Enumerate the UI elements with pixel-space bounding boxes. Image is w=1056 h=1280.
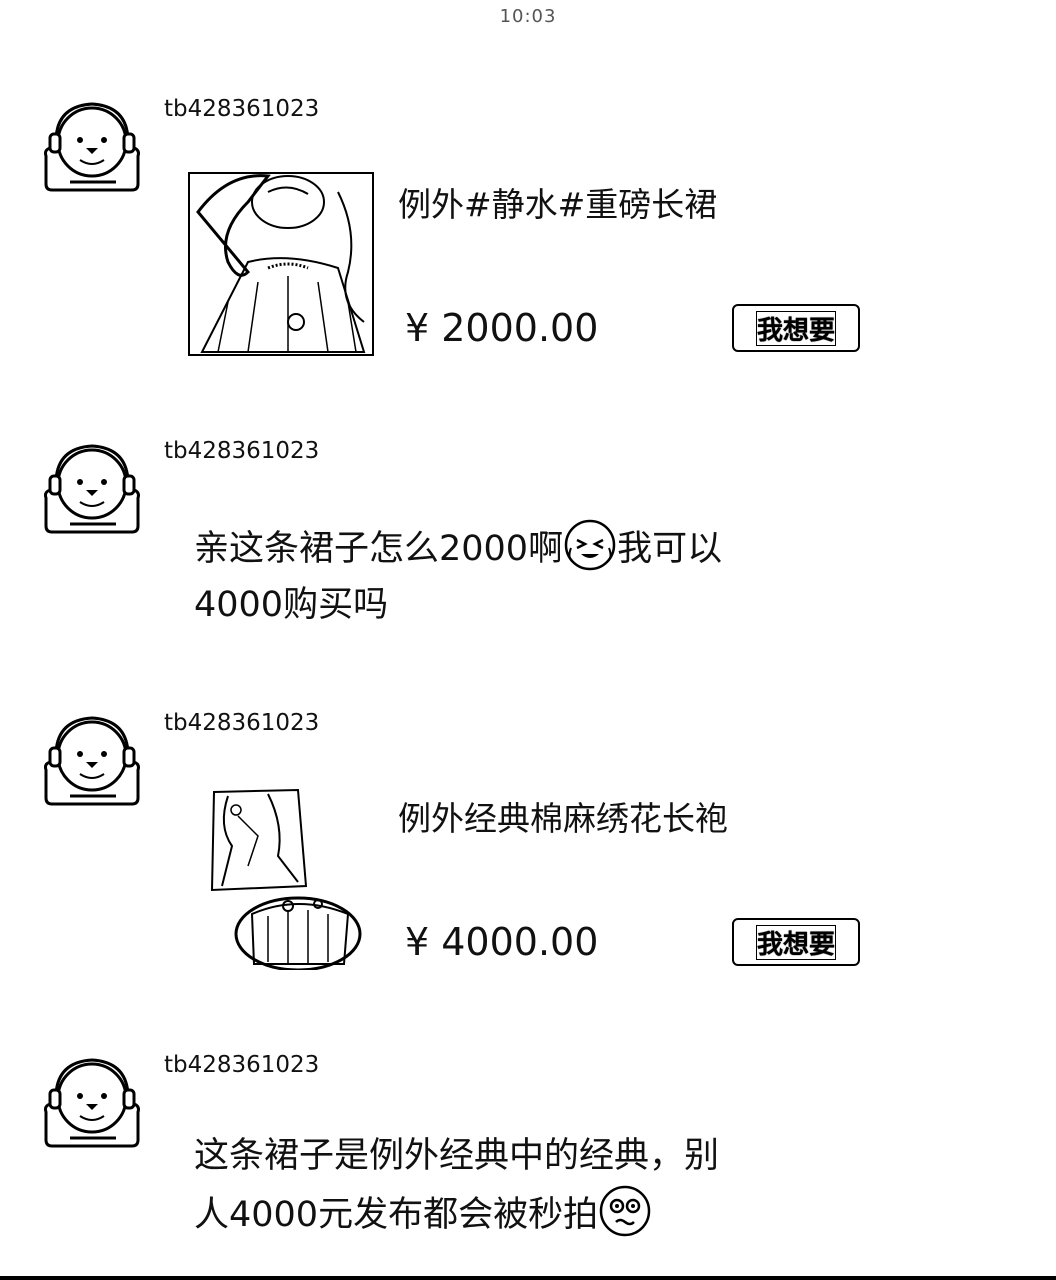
username[interactable]: tb428361023: [164, 1052, 319, 1078]
status-time: 10:03: [499, 6, 557, 27]
message-text[interactable]: 亲这条裙子怎么2000啊 我可以 4000购买吗: [194, 518, 834, 633]
seal-avatar-icon: [44, 1058, 140, 1148]
product-image[interactable]: [188, 786, 374, 970]
message-line: 人4000元发布都会被秒拍: [194, 1184, 834, 1243]
avatar[interactable]: [40, 98, 144, 194]
avatar[interactable]: [40, 440, 144, 536]
message-line-text: 人4000元发布都会被秒拍: [194, 1195, 599, 1235]
message-line: 亲这条裙子怎么2000啊 我可以: [194, 518, 834, 577]
want-button[interactable]: 我想要: [732, 918, 860, 966]
username[interactable]: tb428361023: [164, 438, 319, 464]
seal-avatar-icon: [44, 102, 140, 192]
want-button[interactable]: 我想要: [732, 304, 860, 352]
message-text[interactable]: 这条裙子是例外经典中的经典，别 人4000元发布都会被秒拍: [194, 1128, 834, 1243]
want-button-label: 我想要: [755, 310, 837, 347]
seal-avatar-icon: [44, 444, 140, 534]
bottom-divider: [0, 1276, 1056, 1280]
message-line: 4000购买吗: [194, 585, 389, 625]
message-line: 这条裙子是例外经典中的经典，别: [194, 1136, 720, 1176]
message-line-text: 亲这条裙子怎么2000啊: [194, 529, 564, 569]
product-price: ¥ 2000.00: [405, 306, 599, 350]
avatar[interactable]: [40, 1054, 144, 1150]
product-title[interactable]: 例外#静水#重磅长裙: [398, 178, 717, 226]
product-price: ¥ 4000.00: [405, 920, 599, 964]
product-title[interactable]: 例外经典棉麻绣花长袍: [398, 792, 728, 840]
cry-laugh-emoji-icon: [563, 518, 617, 572]
username[interactable]: tb428361023: [164, 710, 319, 736]
avatar[interactable]: [40, 712, 144, 808]
surprised-emoji-icon: [598, 1184, 652, 1238]
username[interactable]: tb428361023: [164, 96, 319, 122]
seal-avatar-icon: [44, 716, 140, 806]
want-button-label: 我想要: [755, 924, 837, 961]
product-image[interactable]: [188, 172, 374, 356]
dress-photo-icon: [188, 172, 374, 356]
robe-photo-icon: [210, 788, 362, 970]
message-line-text: 我可以: [617, 529, 723, 569]
